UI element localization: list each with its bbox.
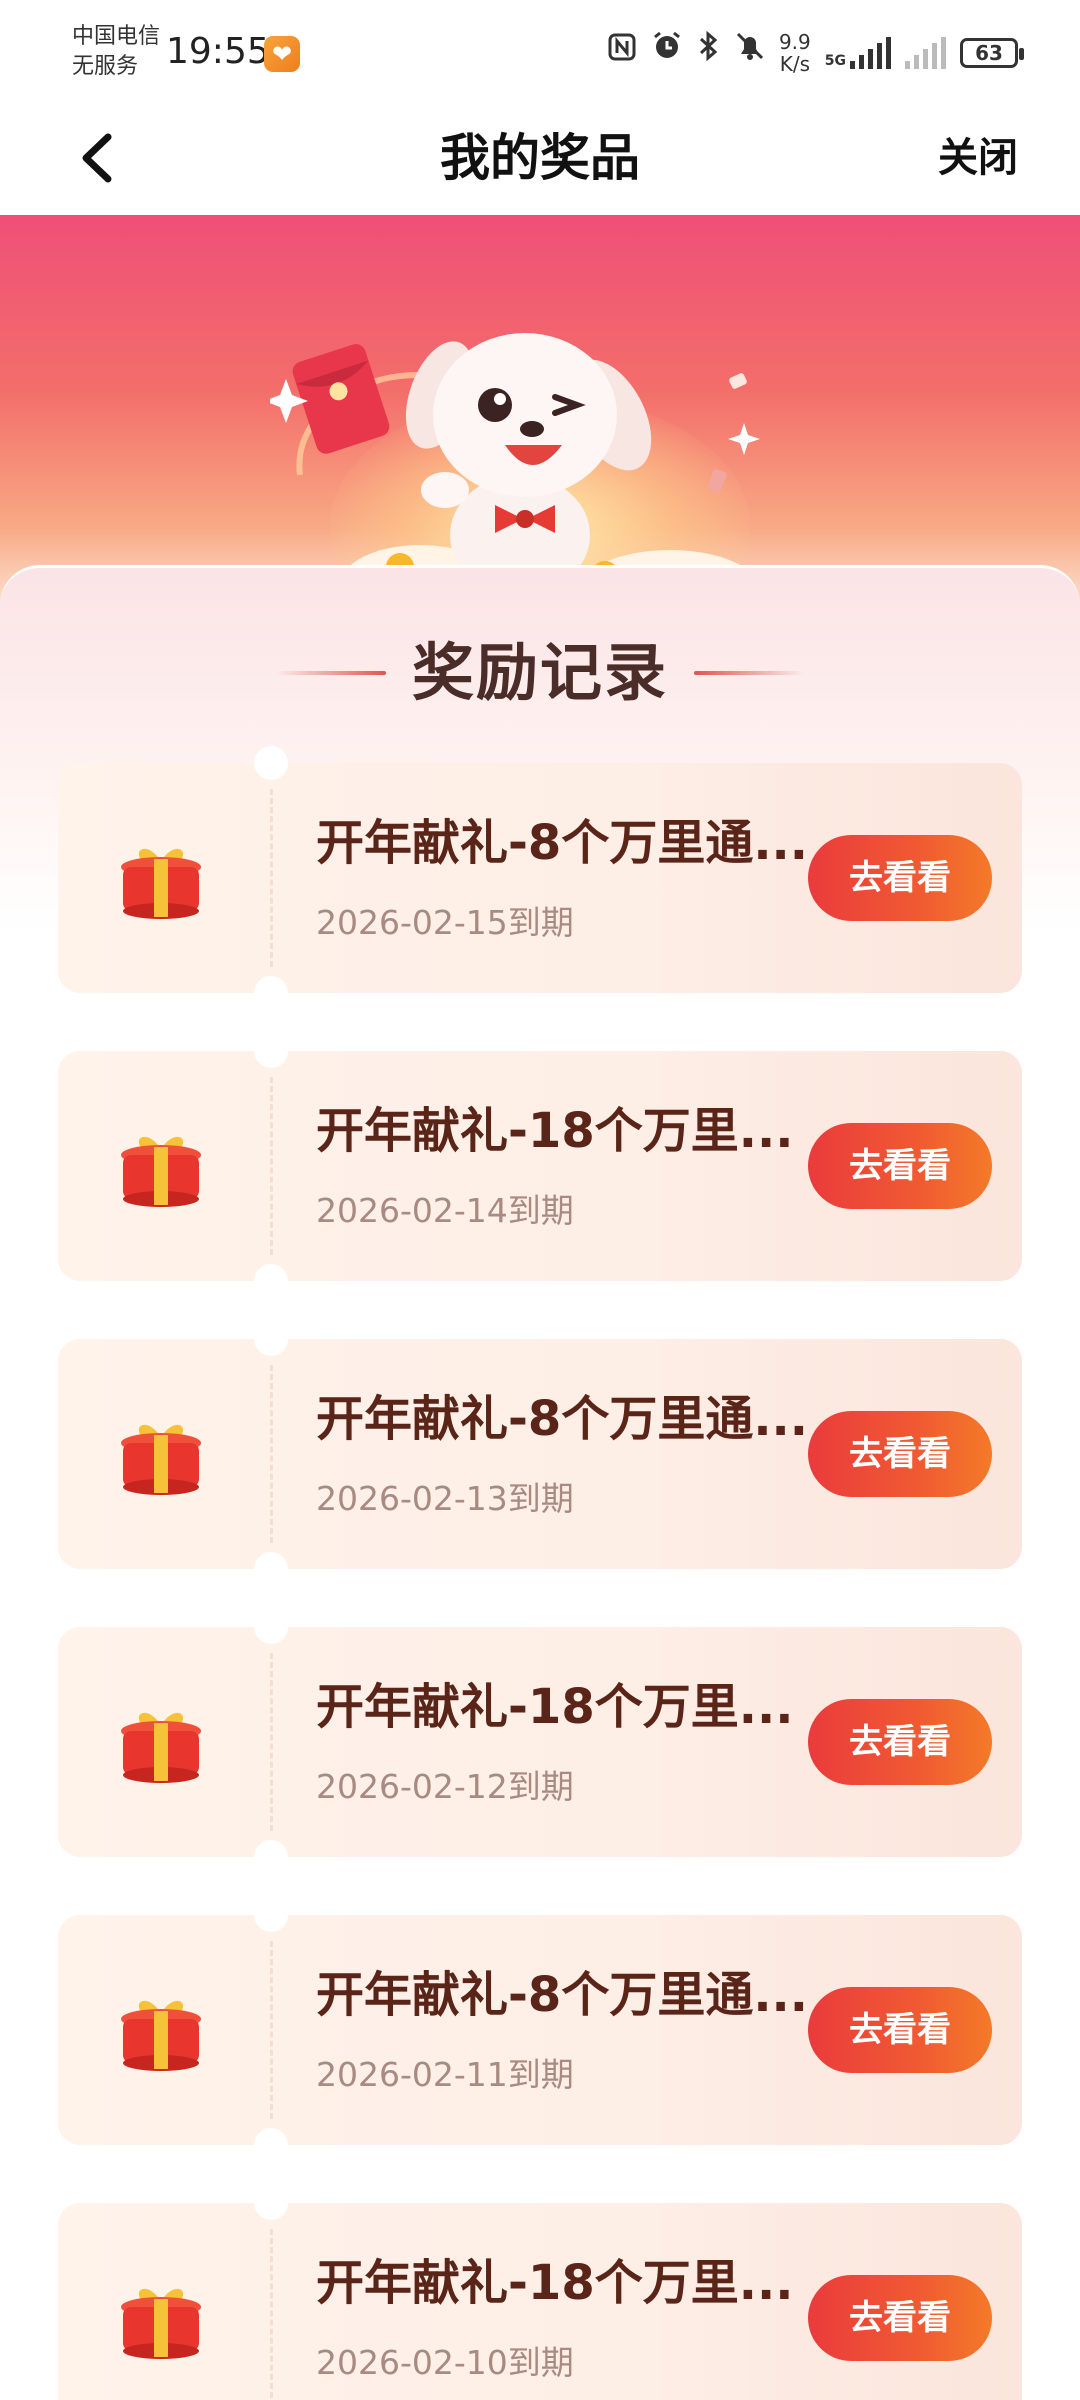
gift-box-icon [121,848,201,919]
card-notch [254,1322,288,1356]
status-icons: 9.9 K/s 5G 63 [607,28,1024,78]
reward-panel: 奖励记录 开年献礼-8个万里通... 2026-02-15到期 去看看 开年献礼… [0,565,1080,2400]
title-divider-left [275,671,386,675]
reward-title: 开年献礼-8个万里通... [316,1391,806,1447]
card-notch [254,1898,288,1932]
network-speed-unit: K/s [779,52,810,76]
card-notch [254,2128,288,2162]
reward-title: 开年献礼-8个万里通... [316,815,806,871]
section-title: 奖励记录 [411,636,668,709]
card-notch [254,1034,288,1068]
reward-list: 开年献礼-8个万里通... 2026-02-15到期 去看看 开年献礼-18个万… [58,746,1022,2400]
card-divider [270,789,273,967]
carrier-name: 中国电信 [72,24,161,49]
signal-bars-secondary-icon [905,37,946,69]
gift-box-icon [121,1712,201,1783]
card-notch [254,1610,288,1644]
bluetooth-icon [697,28,721,78]
title-divider-right [694,671,804,675]
reward-card: 开年献礼-8个万里通... 2026-02-15到期 去看看 [58,746,1022,1010]
card-notch [254,746,288,780]
reward-card: 开年献礼-8个万里通... 2026-02-11到期 去看看 [58,1898,1022,2162]
reward-card: 开年献礼-8个万里通... 2026-02-13到期 去看看 [58,1322,1022,1586]
reward-title: 开年献礼-18个万里... [316,2255,794,2311]
app-notification-icon: ❤ [264,36,300,72]
card-notch [254,976,288,1010]
reward-expiry-date: 2026-02-13到期 [316,1479,574,1518]
reward-title: 开年献礼-18个万里... [316,1679,794,1735]
card-divider [270,1077,273,1255]
carrier-info: 中国电信 无服务 [72,22,160,82]
card-divider [270,1653,273,1831]
reward-card: 开年献礼-18个万里... 2026-02-14到期 去看看 [58,1034,1022,1298]
card-divider [270,2229,273,2400]
view-reward-button[interactable]: 去看看 [808,835,992,921]
card-notch [254,1552,288,1586]
view-reward-button[interactable]: 去看看 [808,1987,992,2073]
page-title: 我的奖品 [440,129,640,187]
card-divider [270,1365,273,1543]
card-divider [270,1941,273,2119]
card-notch [254,2186,288,2220]
reward-card: 开年献礼-18个万里... 2026-02-10到期 去看看 [58,2186,1022,2400]
view-reward-button[interactable]: 去看看 [808,1123,992,1209]
reward-title: 开年献礼-8个万里通... [316,1967,806,2023]
section-header: 奖励记录 [0,633,1080,713]
gift-box-icon [121,2288,201,2359]
reward-expiry-date: 2026-02-11到期 [316,2055,574,2094]
nav-header: 我的奖品 关闭 [0,105,1080,215]
card-notch [254,1840,288,1874]
view-reward-button[interactable]: 去看看 [808,2275,992,2361]
carrier-service: 无服务 [72,54,139,79]
reward-expiry-date: 2026-02-10到期 [316,2343,574,2382]
hero-banner [0,215,1080,605]
gift-box-icon [121,1136,201,1207]
network-type-label: 5G [824,53,846,69]
view-reward-button[interactable]: 去看看 [808,1699,992,1785]
bell-off-icon [735,28,765,78]
reward-title: 开年献礼-18个万里... [316,1103,794,1159]
battery-icon: 63 [960,38,1024,68]
gift-box-icon [121,2000,201,2071]
close-button[interactable]: 关闭 [938,127,1018,189]
network-speed-value: 9.9 [778,30,811,54]
reward-expiry-date: 2026-02-14到期 [316,1191,574,1230]
card-notch [254,1264,288,1298]
gift-box-icon [121,1424,201,1495]
reward-expiry-date: 2026-02-12到期 [316,1767,574,1806]
nfc-icon [607,28,637,78]
status-time: 19:55 [166,31,270,72]
status-bar: 中国电信 无服务 19:55 ❤ 9.9 K/s 5G 63 [0,0,1080,105]
alarm-icon [651,28,683,78]
reward-expiry-date: 2026-02-15到期 [316,903,574,942]
mascot-dog-illustration [270,333,760,605]
network-speed: 9.9 K/s [779,31,811,75]
view-reward-button[interactable]: 去看看 [808,1411,992,1497]
cellular-signal-primary: 5G [825,37,891,69]
signal-bars-icon [850,37,891,69]
reward-card: 开年献礼-18个万里... 2026-02-12到期 去看看 [58,1610,1022,1874]
